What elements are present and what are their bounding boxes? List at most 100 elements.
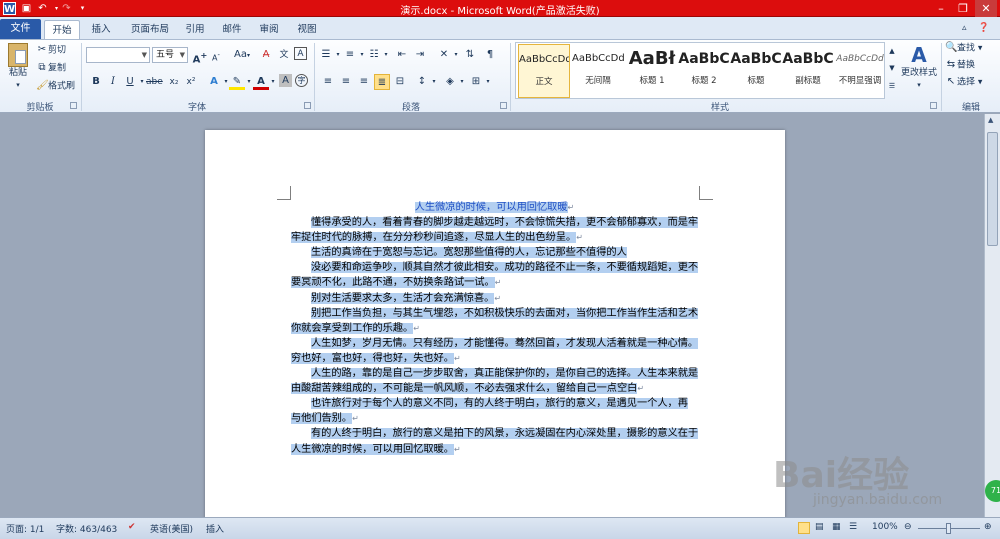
cut-button[interactable]: ✂ 剪切: [36, 44, 66, 57]
document-line[interactable]: 懂得承受的人，看着青春的脚步越走越远时，不会惊慌失措，更不会郁郁寡欢，而是牢: [291, 215, 698, 230]
bold-icon[interactable]: B: [88, 74, 104, 90]
minimize-icon[interactable]: –: [930, 0, 952, 17]
align-center-icon[interactable]: ≡: [338, 74, 354, 90]
scroll-thumb[interactable]: [987, 132, 998, 246]
green-badge[interactable]: 71: [985, 480, 1000, 502]
align-left-icon[interactable]: ≡: [320, 74, 336, 90]
page-count[interactable]: 页面: 1/1: [6, 522, 44, 535]
tab-insert[interactable]: 插入: [84, 20, 118, 39]
style-normal[interactable]: AaBbCcDd 正文: [518, 44, 570, 98]
font-launcher-icon[interactable]: [304, 102, 311, 109]
distributed-icon[interactable]: ⊟: [392, 74, 408, 90]
insert-mode[interactable]: 插入: [206, 522, 224, 535]
character-shading-icon[interactable]: A: [279, 74, 292, 87]
document-line[interactable]: 别把工作当负担，与其生气埋怨，不如积极快乐的去面对，当你把工作当作生活和艺术，: [291, 306, 698, 321]
style-heading-1[interactable]: AaBł 标题 1: [626, 44, 678, 98]
document-line[interactable]: 没必要和命运争吵，顺其自然才彼此相安。成功的路径不止一条，不要循规蹈矩，更不: [291, 260, 698, 275]
styles-scroll-up-icon[interactable]: ▲: [886, 43, 898, 59]
tab-page-layout[interactable]: 页面布局: [124, 20, 176, 39]
document-line[interactable]: 牢捉住时代的脉搏，在分分秒秒间追逐，尽显人生的出色纷呈。↵: [291, 230, 698, 245]
replace-button[interactable]: ⇆ 替换: [945, 59, 975, 72]
tab-references[interactable]: 引用: [180, 20, 210, 39]
document-title[interactable]: 人生微凉的时候，可以用回忆取暖↵: [291, 200, 698, 215]
style-subtitle[interactable]: AaBbC 副标题: [782, 44, 834, 98]
style-subtle-emphasis[interactable]: AaBbCcDd 不明显强调: [834, 44, 886, 98]
full-screen-reading-icon[interactable]: ▤: [815, 522, 824, 532]
styles-more-icon[interactable]: ☰: [886, 78, 898, 94]
sort-icon[interactable]: ⇅: [462, 47, 478, 63]
zoom-out-icon[interactable]: ⊖: [904, 522, 912, 532]
copy-button[interactable]: ⧉ 复制: [36, 62, 66, 75]
language[interactable]: 英语(美国): [150, 522, 193, 535]
document-line[interactable]: 人生如梦，岁月无情。只有经历，才能懂得。蓦然回首，才发现人活着就是一种心情。: [291, 336, 698, 351]
clear-formatting-icon[interactable]: A̶: [258, 47, 274, 63]
vertical-scrollbar[interactable]: ▲: [984, 114, 1000, 517]
zoom-in-icon[interactable]: ⊕: [984, 522, 992, 532]
document-line[interactable]: 别对生活要求太多，生活才会充满惊喜。↵: [291, 291, 698, 306]
increase-indent-icon[interactable]: ⇥: [412, 47, 428, 63]
change-case-button[interactable]: Aa▾: [231, 47, 253, 63]
proofing-icon[interactable]: ✔: [128, 522, 136, 532]
maximize-icon[interactable]: ❐: [952, 0, 974, 17]
phonetic-guide-icon[interactable]: 文: [276, 47, 292, 63]
font-size-combo[interactable]: 五号 ▼: [152, 47, 188, 63]
zoom-level[interactable]: 100%: [872, 522, 898, 532]
superscript-icon[interactable]: x²: [183, 74, 199, 90]
justify-icon[interactable]: ≣: [374, 74, 390, 90]
document-line[interactable]: 与他们告别。↵: [291, 411, 698, 426]
copy-label: 复制: [48, 63, 67, 74]
word-count[interactable]: 字数: 463/463: [56, 522, 117, 535]
zoom-slider-thumb[interactable]: [946, 523, 951, 534]
help-icon[interactable]: ❓: [978, 22, 989, 34]
document-body[interactable]: 人生微凉的时候，可以用回忆取暖↵ 懂得承受的人，看着青春的脚步越走越远时，不会惊慌…: [291, 200, 698, 457]
style-title[interactable]: AaBbC 标题: [730, 44, 782, 98]
document-line[interactable]: 也许旅行对于每个人的意义不同，有的人终于明白，旅行的意义，是遇见一个人，再: [291, 396, 698, 411]
document-line[interactable]: 生活的真谛在于宽恕与忘记。宽恕那些值得的人，忘记那些不值得的人: [291, 245, 698, 260]
paste-button[interactable]: 粘贴 ▾: [6, 43, 30, 91]
style-heading-2[interactable]: AaBbC 标题 2: [678, 44, 730, 98]
document-line[interactable]: 穷也好，富也好，得也好，失也好。↵: [291, 351, 698, 366]
scroll-up-icon[interactable]: ▲: [988, 116, 993, 124]
document-line[interactable]: 人生微凉的时候，可以用回忆取暖。↵: [291, 442, 698, 457]
document-line[interactable]: 人生的路，靠的是自己一步步取舍，真正能保护你的，是你自己的选择。人生本来就是: [291, 366, 698, 381]
subscript-icon[interactable]: x₂: [166, 74, 182, 90]
style-no-spacing[interactable]: AaBbCcDd 无间隔: [572, 44, 624, 98]
close-icon[interactable]: ✕: [975, 0, 997, 17]
web-layout-icon[interactable]: ▦: [832, 522, 841, 532]
minimize-ribbon-icon[interactable]: ▵: [962, 22, 967, 34]
tab-review[interactable]: 审阅: [254, 20, 284, 39]
multilevel-dropdown-icon[interactable]: ▾: [378, 47, 394, 63]
decrease-indent-icon[interactable]: ⇤: [394, 47, 410, 63]
styles-scroll-down-icon[interactable]: ▼: [886, 60, 898, 76]
show-marks-icon[interactable]: ¶: [482, 47, 498, 63]
change-styles-icon: A: [911, 43, 927, 67]
strikethrough-icon[interactable]: abe: [146, 74, 163, 90]
grow-font-icon[interactable]: A+: [192, 47, 208, 65]
document-page[interactable]: 人生微凉的时候，可以用回忆取暖↵ 懂得承受的人，看着青春的脚步越走越远时，不会惊慌…: [205, 130, 785, 530]
styles-launcher-icon[interactable]: [930, 102, 937, 109]
change-styles-button[interactable]: A 更改样式 ▾: [900, 43, 938, 91]
clipboard-launcher-icon[interactable]: [70, 102, 77, 109]
tab-mailings[interactable]: 邮件: [217, 20, 247, 39]
format-painter-button[interactable]: 🖌格式刷: [36, 80, 75, 93]
document-line[interactable]: 有的人终于明白，旅行的意义是拍下的风景，永远凝固在内心深处里，摄影的意义在于，: [291, 426, 698, 441]
enclose-characters-icon[interactable]: 字: [295, 74, 308, 87]
tab-file[interactable]: 文件: [0, 19, 41, 39]
document-line[interactable]: 要冥顽不化，此路不通，不妨换条路试一试。↵: [291, 275, 698, 290]
italic-icon[interactable]: I: [105, 74, 121, 90]
outline-icon[interactable]: ☰: [849, 522, 857, 532]
line-spacing-dropdown-icon[interactable]: ▾: [426, 74, 442, 90]
document-line[interactable]: 由酸甜苦辣组成的，不可能是一帆风顺，不必去强求什么，留给自己一点空白↵: [291, 381, 698, 396]
character-border-icon[interactable]: A: [294, 47, 307, 60]
find-button[interactable]: 🔍查找 ▾: [945, 42, 982, 55]
select-button[interactable]: ↖ 选择 ▾: [945, 76, 983, 89]
tab-home[interactable]: 开始: [44, 20, 80, 39]
font-name-combo[interactable]: ▼: [86, 47, 150, 63]
shrink-font-icon[interactable]: A-: [208, 47, 224, 63]
document-line[interactable]: 你就会享受到工作的乐趣。↵: [291, 321, 698, 336]
align-right-icon[interactable]: ≡: [356, 74, 372, 90]
print-layout-icon[interactable]: [798, 522, 810, 534]
paragraph-launcher-icon[interactable]: [500, 102, 507, 109]
tab-view[interactable]: 视图: [292, 20, 322, 39]
borders-dropdown-icon[interactable]: ▾: [480, 74, 496, 90]
